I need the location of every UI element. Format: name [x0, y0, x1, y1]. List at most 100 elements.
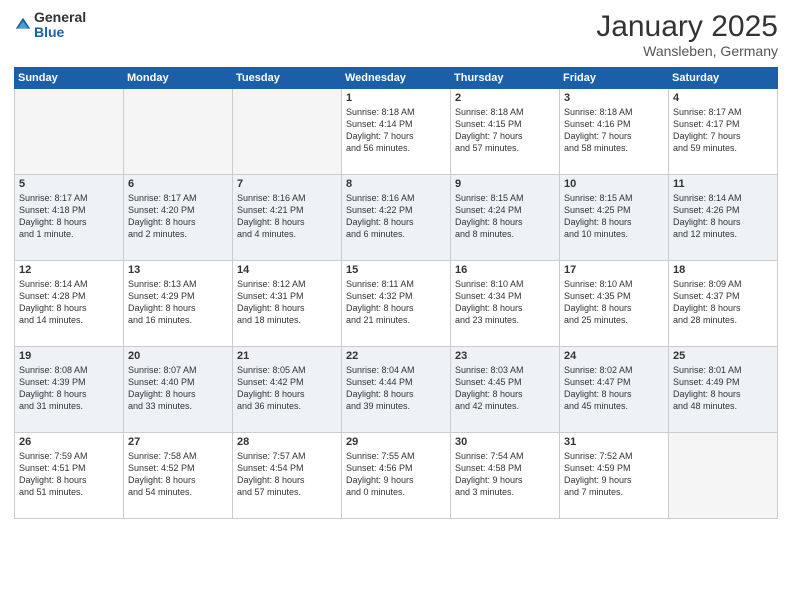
cell-content: Sunrise: 8:10 AMSunset: 4:34 PMDaylight:… [455, 278, 555, 327]
cell-content: Sunrise: 7:54 AMSunset: 4:58 PMDaylight:… [455, 450, 555, 499]
calendar-week-1: 1 Sunrise: 8:18 AMSunset: 4:14 PMDaylight… [15, 89, 778, 175]
calendar-cell: 2 Sunrise: 8:18 AMSunset: 4:15 PMDaylight… [451, 89, 560, 175]
cell-content: Sunrise: 7:59 AMSunset: 4:51 PMDaylight:… [19, 450, 119, 499]
cell-content: Sunrise: 8:12 AMSunset: 4:31 PMDaylight:… [237, 278, 337, 327]
cell-content: Sunrise: 7:55 AMSunset: 4:56 PMDaylight:… [346, 450, 446, 499]
calendar-cell [233, 89, 342, 175]
day-header-saturday: Saturday [669, 68, 778, 89]
calendar-cell: 13Sunrise: 8:13 AMSunset: 4:29 PMDayligh… [124, 261, 233, 347]
cell-content: Sunrise: 8:16 AMSunset: 4:22 PMDaylight:… [346, 192, 446, 241]
cell-content: Sunrise: 8:02 AMSunset: 4:47 PMDaylight:… [564, 364, 664, 413]
cell-content: Sunrise: 8:15 AMSunset: 4:25 PMDaylight:… [564, 192, 664, 241]
calendar-cell: 21 Sunrise: 8:05 AMSunset: 4:42 PMDayligh… [233, 347, 342, 433]
day-number: 31 [564, 436, 664, 448]
cell-content: Sunrise: 8:17 AMSunset: 4:20 PMDaylight:… [128, 192, 228, 241]
cell-content: Sunrise: 8:07 AMSunset: 4:40 PMDaylight:… [128, 364, 228, 413]
calendar-cell: 17 Sunrise: 8:10 AMSunset: 4:35 PMDayligh… [560, 261, 669, 347]
day-number: 28 [237, 436, 337, 448]
cell-content: Sunrise: 8:05 AMSunset: 4:42 PMDaylight:… [237, 364, 337, 413]
calendar-cell: 18Sunrise: 8:09 AMSunset: 4:37 PMDayligh… [669, 261, 778, 347]
logo-text: General Blue [34, 10, 86, 41]
day-number: 12 [19, 264, 119, 276]
day-number: 25 [673, 350, 773, 362]
day-number: 7 [237, 178, 337, 190]
logo-general: General [34, 10, 86, 25]
calendar-cell: 3 Sunrise: 8:18 AMSunset: 4:16 PMDaylight… [560, 89, 669, 175]
day-number: 16 [455, 264, 555, 276]
header: General Blue January 2025 Wansleben, Ger… [14, 10, 778, 59]
calendar-cell [669, 433, 778, 519]
calendar-cell: 31 Sunrise: 7:52 AMSunset: 4:59 PMDayligh… [560, 433, 669, 519]
calendar-week-4: 19Sunrise: 8:08 AMSunset: 4:39 PMDayligh… [15, 347, 778, 433]
day-header-friday: Friday [560, 68, 669, 89]
page-container: General Blue January 2025 Wansleben, Ger… [0, 0, 792, 612]
day-header-monday: Monday [124, 68, 233, 89]
cell-content: Sunrise: 8:15 AMSunset: 4:24 PMDaylight:… [455, 192, 555, 241]
cell-content: Sunrise: 8:13 AMSunset: 4:29 PMDaylight:… [128, 278, 228, 327]
calendar-cell: 9 Sunrise: 8:15 AMSunset: 4:24 PMDaylight… [451, 175, 560, 261]
cell-content: Sunrise: 7:57 AMSunset: 4:54 PMDaylight:… [237, 450, 337, 499]
calendar-header-row: SundayMondayTuesdayWednesdayThursdayFrid… [15, 68, 778, 89]
calendar-week-3: 12 Sunrise: 8:14 AMSunset: 4:28 PMDayligh… [15, 261, 778, 347]
logo-blue: Blue [34, 25, 86, 40]
cell-content: Sunrise: 8:18 AMSunset: 4:15 PMDaylight:… [455, 106, 555, 155]
day-number: 29 [346, 436, 446, 448]
calendar-cell: 5 Sunrise: 8:17 AMSunset: 4:18 PMDaylight… [15, 175, 124, 261]
day-number: 23 [455, 350, 555, 362]
calendar-cell: 14Sunrise: 8:12 AMSunset: 4:31 PMDayligh… [233, 261, 342, 347]
calendar-cell: 25 Sunrise: 8:01 AMSunset: 4:49 PMDayligh… [669, 347, 778, 433]
day-number: 1 [346, 92, 446, 104]
calendar-cell: 1 Sunrise: 8:18 AMSunset: 4:14 PMDaylight… [342, 89, 451, 175]
day-header-wednesday: Wednesday [342, 68, 451, 89]
day-number: 9 [455, 178, 555, 190]
day-number: 10 [564, 178, 664, 190]
cell-content: Sunrise: 8:04 AMSunset: 4:44 PMDaylight:… [346, 364, 446, 413]
day-number: 20 [128, 350, 228, 362]
day-number: 5 [19, 178, 119, 190]
calendar-table: SundayMondayTuesdayWednesdayThursdayFrid… [14, 67, 778, 519]
day-header-tuesday: Tuesday [233, 68, 342, 89]
calendar-cell: 24Sunrise: 8:02 AMSunset: 4:47 PMDayligh… [560, 347, 669, 433]
day-number: 8 [346, 178, 446, 190]
calendar-cell: 15Sunrise: 8:11 AMSunset: 4:32 PMDayligh… [342, 261, 451, 347]
cell-content: Sunrise: 8:10 AMSunset: 4:35 PMDaylight:… [564, 278, 664, 327]
calendar-cell: 12 Sunrise: 8:14 AMSunset: 4:28 PMDayligh… [15, 261, 124, 347]
day-number: 17 [564, 264, 664, 276]
calendar-cell: 6Sunrise: 8:17 AMSunset: 4:20 PMDaylight… [124, 175, 233, 261]
day-number: 18 [673, 264, 773, 276]
cell-content: Sunrise: 8:17 AMSunset: 4:17 PMDaylight:… [673, 106, 773, 155]
day-number: 19 [19, 350, 119, 362]
cell-content: Sunrise: 8:17 AMSunset: 4:18 PMDaylight:… [19, 192, 119, 241]
calendar-cell: 11Sunrise: 8:14 AMSunset: 4:26 PMDayligh… [669, 175, 778, 261]
calendar-cell: 29 Sunrise: 7:55 AMSunset: 4:56 PMDayligh… [342, 433, 451, 519]
day-number: 3 [564, 92, 664, 104]
calendar-cell: 7Sunrise: 8:16 AMSunset: 4:21 PMDaylight… [233, 175, 342, 261]
day-number: 26 [19, 436, 119, 448]
calendar-cell: 16 Sunrise: 8:10 AMSunset: 4:34 PMDayligh… [451, 261, 560, 347]
calendar-cell: 30 Sunrise: 7:54 AMSunset: 4:58 PMDayligh… [451, 433, 560, 519]
day-number: 4 [673, 92, 773, 104]
cell-content: Sunrise: 8:14 AMSunset: 4:28 PMDaylight:… [19, 278, 119, 327]
day-number: 30 [455, 436, 555, 448]
calendar-cell: 8 Sunrise: 8:16 AMSunset: 4:22 PMDaylight… [342, 175, 451, 261]
calendar-cell [15, 89, 124, 175]
calendar-cell: 27Sunrise: 7:58 AMSunset: 4:52 PMDayligh… [124, 433, 233, 519]
day-number: 21 [237, 350, 337, 362]
calendar-cell: 23Sunrise: 8:03 AMSunset: 4:45 PMDayligh… [451, 347, 560, 433]
day-number: 22 [346, 350, 446, 362]
day-header-thursday: Thursday [451, 68, 560, 89]
cell-content: Sunrise: 8:18 AMSunset: 4:14 PMDaylight:… [346, 106, 446, 155]
cell-content: Sunrise: 8:14 AMSunset: 4:26 PMDaylight:… [673, 192, 773, 241]
calendar-cell: 22 Sunrise: 8:04 AMSunset: 4:44 PMDayligh… [342, 347, 451, 433]
calendar-cell: 4 Sunrise: 8:17 AMSunset: 4:17 PMDaylight… [669, 89, 778, 175]
cell-content: Sunrise: 8:01 AMSunset: 4:49 PMDaylight:… [673, 364, 773, 413]
cell-content: Sunrise: 8:18 AMSunset: 4:16 PMDaylight:… [564, 106, 664, 155]
day-number: 2 [455, 92, 555, 104]
cell-content: Sunrise: 7:52 AMSunset: 4:59 PMDaylight:… [564, 450, 664, 499]
month-title: January 2025 [596, 10, 778, 43]
calendar-cell: 26 Sunrise: 7:59 AMSunset: 4:51 PMDayligh… [15, 433, 124, 519]
day-number: 15 [346, 264, 446, 276]
location-subtitle: Wansleben, Germany [596, 43, 778, 59]
day-header-sunday: Sunday [15, 68, 124, 89]
calendar-cell: 20 Sunrise: 8:07 AMSunset: 4:40 PMDayligh… [124, 347, 233, 433]
